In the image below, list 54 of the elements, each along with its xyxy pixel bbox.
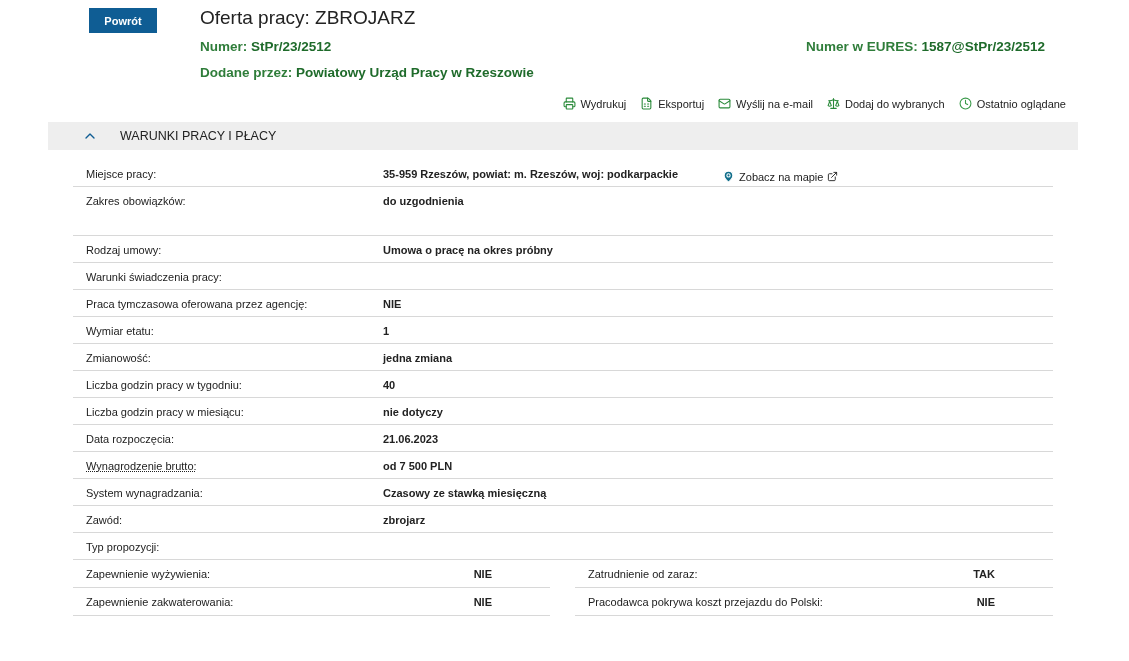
field-label: Liczba godzin pracy w tygodniu: bbox=[85, 378, 243, 393]
field-value: TAK bbox=[973, 567, 995, 582]
field-value: NIE bbox=[473, 595, 492, 610]
action-link[interactable]: Ostatnio oglądane bbox=[958, 97, 1066, 110]
field-label: Pracodawca pokrywa koszt przejazdu do Polski: bbox=[588, 595, 823, 610]
field-value: Czasowy ze stawką miesięczną bbox=[383, 486, 547, 501]
field-label: Zakres obowiązków: bbox=[85, 194, 187, 209]
compare-icon bbox=[827, 97, 841, 110]
field-value: nie dotyczy bbox=[383, 405, 443, 420]
field-label: Zawód: bbox=[85, 513, 124, 528]
field-label: Warunki świadczenia pracy: bbox=[85, 270, 223, 285]
field-label: Zmianowość: bbox=[85, 351, 152, 366]
field-label: Miejsce pracy: bbox=[85, 167, 158, 182]
field-value: 21.06.2023 bbox=[383, 432, 439, 447]
section-header[interactable]: WARUNKI PRACY I PŁACY bbox=[48, 122, 1078, 150]
export-icon bbox=[640, 97, 654, 110]
field-value: 1 bbox=[383, 324, 390, 339]
mail-icon bbox=[718, 97, 732, 110]
field-value: NIE bbox=[473, 567, 492, 582]
field-value: zbrojarz bbox=[383, 513, 426, 528]
external-link-icon bbox=[827, 171, 839, 182]
action-link[interactable]: Eksportuj bbox=[640, 97, 705, 110]
field-value: od 7 500 PLN bbox=[383, 459, 453, 474]
section-title: WARUNKI PRACY I PŁACY bbox=[120, 129, 277, 143]
field-value: NIE bbox=[383, 297, 402, 312]
field-label: Rodzaj umowy: bbox=[85, 243, 163, 258]
map-link[interactable]: Zobacz na mapie bbox=[722, 167, 839, 186]
field-value: Umowa o pracę na okres próbny bbox=[383, 243, 553, 258]
field-value: 40 bbox=[383, 378, 396, 393]
field-value: NIE bbox=[976, 595, 995, 610]
field-label: Zatrudnienie od zaraz: bbox=[588, 567, 698, 582]
field-value: do uzgodnienia bbox=[383, 194, 464, 209]
added-by: Dodane przez: Powiatowy Urząd Pracy w Rzeszowie bbox=[200, 64, 534, 81]
field-label: Wynagrodzenie brutto: bbox=[85, 459, 198, 474]
field-label: System wynagradzania: bbox=[85, 486, 204, 501]
offer-number: Numer: StPr/23/2512 bbox=[200, 38, 332, 55]
action-link[interactable]: Wyślij na e-mail bbox=[718, 97, 814, 110]
field-label: Zapewnienie zakwaterowania: bbox=[86, 595, 234, 610]
field-label: Liczba godzin pracy w miesiącu: bbox=[85, 405, 245, 420]
field-label: Zapewnienie wyżywienia: bbox=[86, 567, 211, 582]
field-label: Data rozpoczęcia: bbox=[85, 432, 176, 447]
eures-number: Numer w EURES: 1587@StPr/23/2512 bbox=[805, 38, 1045, 55]
map-pin-icon bbox=[722, 170, 736, 183]
back-button[interactable]: Powrót bbox=[89, 8, 157, 33]
field-value: 35-959 Rzeszów, powiat: m. Rzeszów, woj: podkarpackie bbox=[383, 167, 679, 182]
history-icon bbox=[958, 97, 972, 110]
action-link[interactable]: Wydrukuj bbox=[562, 97, 627, 110]
print-icon bbox=[562, 97, 576, 110]
field-value: jedna zmiana bbox=[383, 351, 453, 366]
action-link[interactable]: Dodaj do wybranych bbox=[827, 97, 945, 110]
field-label: Typ propozycji: bbox=[85, 540, 161, 555]
field-label: Praca tymczasowa oferowana przez agencję: bbox=[85, 297, 309, 312]
page-title: Oferta pracy: ZBROJARZ bbox=[200, 8, 417, 28]
field-label: Wymiar etatu: bbox=[85, 324, 155, 339]
